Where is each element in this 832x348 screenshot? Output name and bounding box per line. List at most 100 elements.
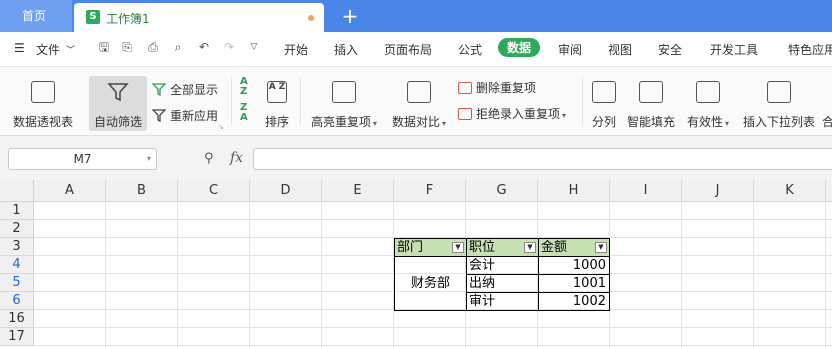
table-cell-amount[interactable]: 1001 — [538, 274, 610, 293]
row-header[interactable]: 1 — [0, 202, 34, 220]
grid-line — [34, 219, 832, 220]
split-column-icon — [592, 81, 616, 103]
grid-line — [34, 327, 832, 328]
grid-line — [321, 202, 322, 348]
chevron-down-icon[interactable]: ▾ — [147, 149, 151, 169]
column-header-f[interactable]: F — [394, 180, 466, 202]
grid-line — [681, 202, 682, 348]
sort-button[interactable]: A Z 排序 — [262, 81, 292, 130]
filter-funnel-icon — [107, 81, 129, 103]
column-header-a[interactable]: A — [34, 180, 106, 202]
split-column-button[interactable]: 分列 — [588, 81, 620, 130]
data-compare-button[interactable]: 数据对比 ▾ — [389, 81, 449, 130]
filter-active-icon[interactable]: ▼ — [452, 242, 464, 253]
table-header-department[interactable]: 部门 ▼ — [394, 238, 467, 257]
table-cell-position[interactable]: 出纳 — [466, 274, 539, 293]
pivot-table-button[interactable]: 数据透视表 — [10, 81, 76, 130]
menu-security[interactable]: 安全 — [658, 41, 682, 58]
filter-show-all-icon — [151, 83, 167, 97]
merged-cell-department[interactable]: 财务部 — [394, 256, 467, 311]
sort-icon: A Z — [267, 81, 287, 103]
column-header-d[interactable]: D — [250, 180, 322, 202]
save-icon[interactable]: 🖫 — [97, 40, 111, 54]
select-all-corner[interactable] — [0, 180, 34, 202]
column-header-b[interactable]: B — [106, 180, 178, 202]
column-header-e[interactable]: E — [322, 180, 394, 202]
column-header-i[interactable]: I — [610, 180, 682, 202]
reject-duplicate-entry-button[interactable]: 拒绝录入重复项 ▾ — [458, 105, 566, 122]
print-preview-icon[interactable]: ⌕ — [171, 40, 185, 54]
filter-dropdown-icon[interactable]: ▼ — [595, 242, 607, 253]
ribbon-toolbar: 数据透视表 自动筛选 全部显示 重新应用 ↘ AZ ZA A Z 排序 高亮重复… — [0, 66, 832, 136]
merge-calc-button[interactable]: 合 — [822, 81, 832, 130]
name-box[interactable]: M7 ▾ — [8, 148, 157, 170]
table-cell-amount[interactable]: 1000 — [538, 256, 610, 275]
menu-page-layout[interactable]: 页面布局 — [384, 41, 432, 58]
column-header-h[interactable]: H — [538, 180, 610, 202]
remove-duplicates-icon — [458, 82, 472, 94]
menu-special-apps[interactable]: 特色应用 — [788, 41, 832, 58]
reapply-button[interactable]: 重新应用 — [151, 107, 218, 124]
ribbon-separator — [300, 77, 301, 125]
quick-access-dropdown-icon[interactable]: ▽ — [247, 40, 261, 54]
column-header-k[interactable]: K — [754, 180, 826, 202]
table-cell-position[interactable]: 会计 — [466, 256, 539, 275]
row-header[interactable]: 5 — [0, 274, 34, 292]
menu-start[interactable]: 开始 — [284, 41, 308, 58]
redo-icon[interactable]: ↷ — [222, 40, 236, 54]
sort-ascending-button[interactable]: AZ — [240, 77, 248, 97]
filter-dropdown-icon[interactable]: ▼ — [524, 242, 536, 253]
menu-data[interactable]: 数据 — [498, 38, 541, 57]
row-header[interactable]: 6 — [0, 292, 34, 310]
smart-fill-button[interactable]: 智能填充 — [624, 81, 678, 130]
zoom-search-icon[interactable]: ⚲ — [204, 151, 214, 166]
menu-hamburger-icon[interactable]: ☰ — [14, 41, 25, 55]
grid-line — [105, 202, 106, 348]
menu-review[interactable]: 审阅 — [558, 41, 582, 58]
table-cell-amount[interactable]: 1002 — [538, 292, 610, 311]
undo-icon[interactable]: ↶ — [197, 40, 211, 54]
table-header-position[interactable]: 职位 ▼ — [466, 238, 539, 257]
menu-insert[interactable]: 插入 — [334, 41, 358, 58]
row-header[interactable]: 3 — [0, 238, 34, 256]
grid-line — [177, 202, 178, 348]
grid-line — [825, 202, 826, 348]
formula-input[interactable] — [253, 148, 832, 170]
table-cell-position[interactable]: 审计 — [466, 292, 539, 311]
new-tab-button[interactable]: + — [340, 2, 360, 30]
table-header-amount[interactable]: 金额 ▼ — [538, 238, 610, 257]
row-header[interactable]: 17 — [0, 328, 34, 346]
print-icon[interactable]: ⎙ — [146, 40, 160, 54]
filter-reapply-icon — [151, 109, 167, 123]
column-header-c[interactable]: C — [178, 180, 250, 202]
function-icon[interactable]: fx — [230, 150, 243, 166]
ribbon-separator — [231, 77, 232, 125]
export-icon[interactable]: ⎘ — [120, 40, 134, 54]
validity-button[interactable]: 有效性 ▾ — [684, 81, 732, 130]
highlight-duplicates-button[interactable]: 高亮重复项 ▾ — [308, 81, 380, 130]
row-header[interactable]: 16 — [0, 310, 34, 328]
chevron-down-icon[interactable]: ﹀ — [66, 43, 75, 56]
insert-dropdown-list-button[interactable]: 插入下拉列表 — [740, 81, 818, 130]
menu-file[interactable]: 文件 — [36, 41, 60, 58]
remove-duplicates-button[interactable]: 删除重复项 — [458, 79, 536, 96]
sort-descending-button[interactable]: ZA — [240, 103, 248, 123]
menu-developer[interactable]: 开发工具 — [710, 41, 758, 58]
dialog-launcher-icon[interactable]: ↘ — [218, 123, 224, 131]
unsaved-dot-icon — [308, 15, 314, 21]
workbook-name: 工作簿1 — [106, 12, 150, 26]
column-header-g[interactable]: G — [466, 180, 538, 202]
show-all-button[interactable]: 全部显示 — [151, 81, 218, 98]
row-header[interactable]: 4 — [0, 256, 34, 274]
menu-formula[interactable]: 公式 — [458, 41, 482, 58]
tab-home[interactable]: 首页 — [0, 0, 72, 32]
column-header-j[interactable]: J — [682, 180, 754, 202]
grid-line — [753, 202, 754, 348]
highlight-duplicates-icon — [332, 81, 356, 103]
autofilter-button[interactable]: 自动筛选 — [90, 81, 146, 130]
row-header[interactable]: 2 — [0, 220, 34, 238]
validity-icon — [696, 81, 720, 103]
tab-workbook[interactable]: S 工作簿1 — [74, 3, 324, 32]
insert-dropdown-list-icon — [767, 81, 791, 103]
menu-view[interactable]: 视图 — [608, 41, 632, 58]
